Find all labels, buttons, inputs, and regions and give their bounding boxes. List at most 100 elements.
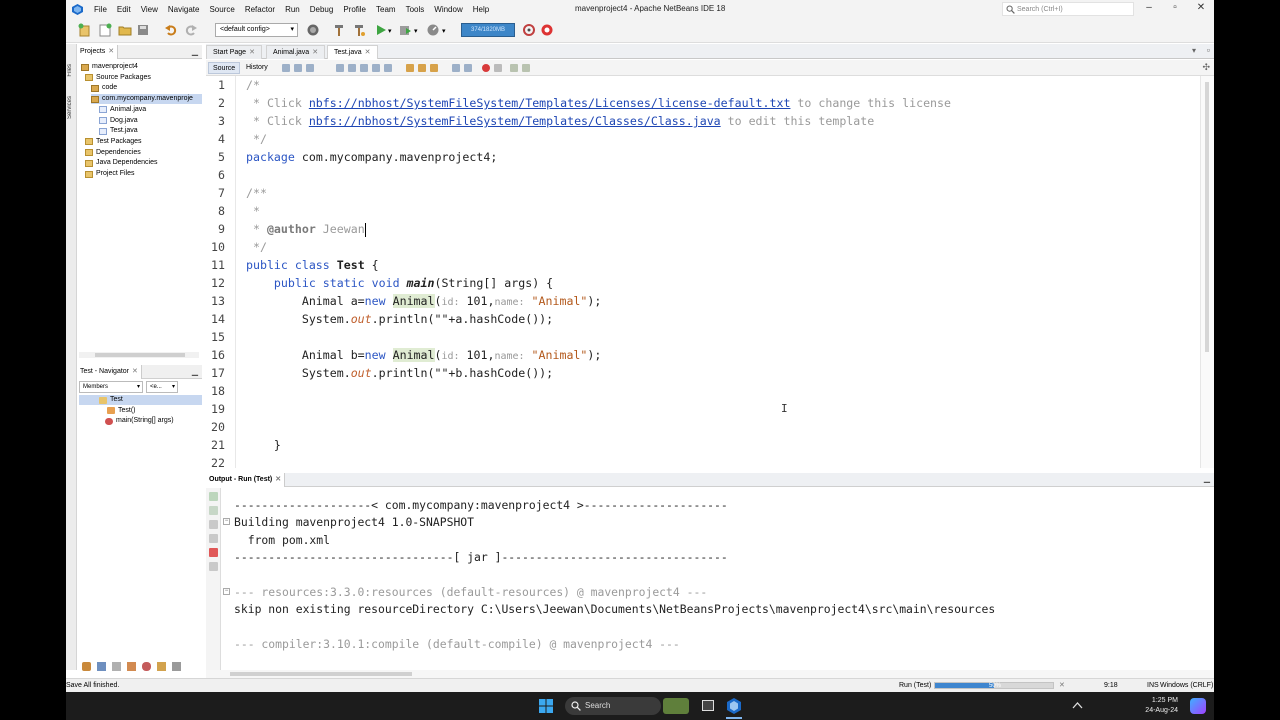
find-selection-icon[interactable] — [336, 64, 344, 72]
toggle-bookmark-icon[interactable] — [430, 64, 438, 72]
class-template-link[interactable]: nbfs://nbhost/SystemFileSystem/Templates… — [309, 114, 721, 128]
menu-help[interactable]: Help — [468, 5, 494, 14]
netbeans-taskbar-icon[interactable] — [726, 698, 742, 714]
clear-output-icon[interactable] — [209, 562, 218, 571]
navigator-filter-select[interactable]: <e... ▾ — [146, 381, 178, 393]
project-tree-item[interactable]: mavenproject4 — [81, 62, 202, 72]
debug-dropdown-icon[interactable]: ▾ — [414, 27, 418, 35]
project-tree-item[interactable]: code — [91, 83, 202, 93]
debug-icon[interactable] — [398, 23, 412, 37]
shift-left-icon[interactable] — [452, 64, 460, 72]
files-tab[interactable]: Files — [67, 64, 76, 77]
menu-source[interactable]: Source — [204, 5, 239, 14]
project-tree-item[interactable]: Test Packages — [85, 137, 202, 147]
rerun-with-args-icon[interactable] — [209, 506, 218, 515]
run-dropdown-icon[interactable]: ▾ — [388, 27, 392, 35]
filter-static-icon[interactable] — [112, 662, 121, 671]
menu-refactor[interactable]: Refactor — [240, 5, 280, 14]
last-edit-icon[interactable] — [282, 64, 290, 72]
close-window-icon[interactable]: ✕ — [1194, 2, 1208, 13]
status-task[interactable]: Run (Test) — [899, 679, 931, 692]
close-icon[interactable]: ✕ — [275, 476, 281, 483]
project-tree-item[interactable]: Animal.java — [99, 105, 202, 115]
navigator-item[interactable]: main(String[] args) — [85, 416, 202, 426]
output-hscrollbar[interactable] — [206, 670, 1214, 678]
minimize-panel-icon[interactable]: ▁ — [192, 47, 198, 56]
taskbar-search[interactable]: Search — [565, 697, 661, 715]
save-all-icon[interactable] — [136, 23, 150, 37]
minimize-panel-icon[interactable]: ▁ — [192, 367, 198, 376]
build-hammer-icon[interactable] — [332, 23, 346, 37]
close-icon[interactable]: ✕ — [312, 49, 318, 56]
forward-icon[interactable] — [306, 64, 314, 72]
shift-right-icon[interactable] — [464, 64, 472, 72]
tab-animal-java[interactable]: Animal.java ✕ — [266, 45, 326, 59]
toggle-highlight-icon[interactable] — [372, 64, 380, 72]
project-tree-item[interactable]: Dog.java — [99, 116, 202, 126]
project-tree-item[interactable]: Java Dependencies — [85, 158, 202, 168]
memory-gauge-button[interactable]: 374/1820MB — [461, 23, 515, 37]
toggle-rect-select-icon[interactable] — [384, 64, 392, 72]
menu-view[interactable]: View — [136, 5, 163, 14]
editor-vscrollbar[interactable] — [1200, 76, 1214, 468]
sort-name-icon[interactable] — [157, 662, 166, 671]
code-editor[interactable]: /* * Click nbfs://nbhost/SystemFileSyste… — [236, 76, 1200, 468]
rerun-icon[interactable] — [209, 492, 218, 501]
find-next-icon[interactable] — [360, 64, 368, 72]
menu-file[interactable]: File — [89, 5, 112, 14]
close-icon[interactable]: ✕ — [132, 368, 138, 375]
open-project-icon[interactable] — [118, 23, 132, 37]
tab-output-run[interactable]: Output - Run (Test) ✕ — [206, 473, 286, 487]
services-tab[interactable]: Services — [67, 96, 76, 119]
minimize-output-icon[interactable]: ▁ — [1204, 474, 1210, 483]
stop-gc-icon[interactable] — [540, 23, 554, 37]
navigator-members-select[interactable]: Members ▾ — [79, 381, 143, 393]
navigator-item[interactable]: Test — [79, 395, 202, 405]
menu-tools[interactable]: Tools — [401, 5, 430, 14]
globe-icon[interactable] — [306, 23, 320, 37]
redo-icon[interactable] — [184, 23, 198, 37]
menu-team[interactable]: Team — [371, 5, 401, 14]
sort-source-icon[interactable] — [172, 662, 181, 671]
back-icon[interactable] — [294, 64, 302, 72]
license-template-link[interactable]: nbfs://nbhost/SystemFileSystem/Templates… — [309, 96, 791, 110]
new-project-icon[interactable] — [98, 23, 112, 37]
start-macro-icon[interactable] — [482, 64, 490, 72]
menu-debug[interactable]: Debug — [305, 5, 339, 14]
navigator-item[interactable]: Test() — [87, 406, 202, 416]
fold-toggle-icon[interactable]: − — [223, 588, 230, 595]
menu-navigate[interactable]: Navigate — [163, 5, 205, 14]
project-tree-item[interactable]: Project Files — [85, 169, 202, 179]
comment-icon[interactable] — [510, 64, 518, 72]
copilot-icon[interactable] — [1190, 698, 1206, 714]
project-tree-item[interactable]: com.mycompany.mavenproje — [91, 94, 202, 105]
weather-widget-icon[interactable] — [663, 698, 689, 714]
split-editor-icon[interactable]: ✣ — [1202, 62, 1210, 73]
tab-start-page[interactable]: Start Page ✕ — [206, 45, 262, 59]
close-icon[interactable]: ✕ — [249, 49, 255, 56]
file-explorer-icon[interactable] — [702, 700, 714, 711]
next-bookmark-icon[interactable] — [418, 64, 426, 72]
filter-methods-icon[interactable] — [142, 662, 151, 671]
run-icon[interactable] — [374, 23, 388, 37]
stop-macro-icon[interactable] — [494, 64, 502, 72]
tab-source[interactable]: Source — [208, 62, 241, 74]
close-icon[interactable]: ✕ — [365, 49, 371, 56]
filter-fields-icon[interactable] — [82, 662, 91, 671]
stop-icon[interactable] — [209, 548, 218, 557]
menu-profile[interactable]: Profile — [338, 5, 371, 14]
close-icon[interactable]: ✕ — [108, 48, 114, 55]
chevron-up-icon[interactable] — [1072, 700, 1083, 711]
fold-toggle-icon[interactable]: − — [223, 518, 230, 526]
taskbar-clock[interactable]: 1:25 PM 24-Aug-24 — [1145, 696, 1178, 716]
windows-start-icon[interactable] — [539, 699, 553, 713]
project-tree-item[interactable]: Source Packages — [85, 73, 202, 83]
tab-test-java[interactable]: Test.java ✕ — [327, 45, 378, 59]
line-endings[interactable]: Windows (CRLF) — [1160, 679, 1213, 692]
minimize-icon[interactable]: – — [1142, 2, 1156, 13]
new-file-icon[interactable] — [78, 23, 92, 37]
project-tree-item[interactable]: Dependencies — [85, 148, 202, 158]
clean-build-icon[interactable] — [352, 23, 366, 37]
maximize-editor-icon[interactable]: ▫ — [1207, 45, 1210, 55]
output-console[interactable]: --------------------< com.mycompany:mave… — [221, 488, 1214, 670]
